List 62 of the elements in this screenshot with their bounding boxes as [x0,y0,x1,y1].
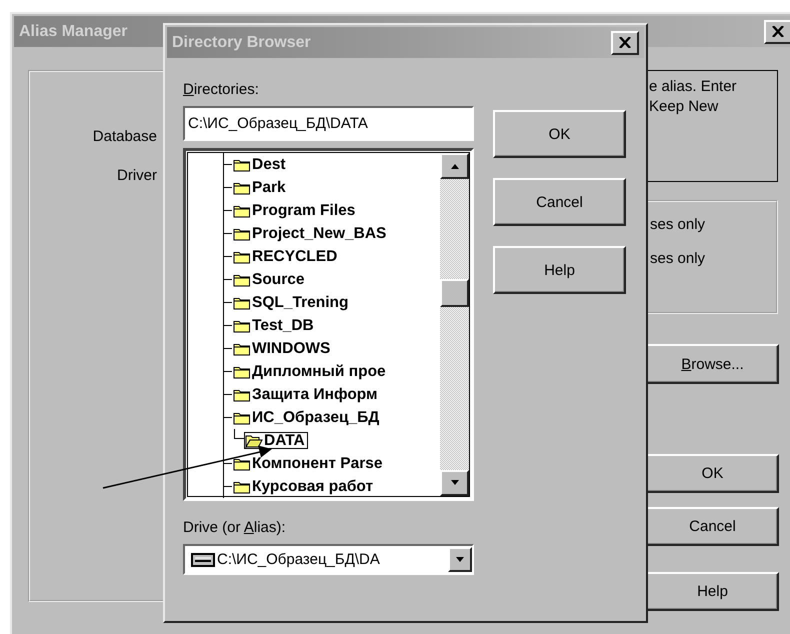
scroll-thumb[interactable] [440,279,469,307]
tree-item[interactable]: RECYCLED [232,248,340,266]
down-arrow-icon [450,480,460,486]
close-icon [619,37,631,48]
dropdown-arrow-icon [455,556,465,562]
field-label: Database [92,128,157,145]
drive-dropdown[interactable]: C:\ИС_Образец_БД\DA [183,544,474,575]
dialog-title: Directory Browser [171,34,311,52]
tree-item[interactable]: Компонент Parse [232,454,386,472]
folder-icon [233,480,251,494]
browse-button[interactable]: Browse... [646,344,779,384]
tree-item[interactable]: Program Files [232,202,358,220]
tree-item[interactable]: Курсовая работ [232,478,376,496]
option-label: ses only [650,250,706,267]
ok-button[interactable]: OK [493,110,626,158]
drive-icon [191,552,215,566]
window-title: Alias Manager [18,22,128,40]
folder-icon [233,456,251,470]
folder-icon [233,318,251,332]
scroll-up-button[interactable] [440,153,469,179]
tree-item[interactable]: SQL_Trening [232,294,352,312]
tree-item[interactable]: Park [232,178,289,196]
vertical-scrollbar[interactable] [440,151,471,498]
info-text: e alias. Enter [649,77,737,97]
folder-icon [233,180,251,194]
tree-item[interactable]: Dest [232,156,289,174]
folder-icon [233,158,251,172]
folder-icon [233,226,251,240]
ok-button[interactable]: OK [646,454,779,493]
info-text: Keep New [649,97,718,117]
drive-label: Drive (or Alias): [183,519,287,536]
up-arrow-icon [450,163,460,169]
folder-icon [233,204,251,218]
directories-label: Directories: [183,81,260,98]
close-button[interactable] [611,30,639,54]
tree-item[interactable]: Дипломный прое [232,362,389,380]
folder-icon [233,250,251,264]
path-field[interactable]: C:\ИС_Образец_БД\DATA [183,106,474,141]
help-button[interactable]: Help [493,246,626,294]
tree-item[interactable]: WINDOWS [232,340,334,358]
tree-item[interactable]: ИС_Образец_БД [232,408,382,426]
option-label: ses only [650,216,706,233]
close-button[interactable] [764,20,790,44]
folder-icon [233,364,251,378]
folder-icon [233,410,251,424]
cancel-button[interactable]: Cancel [493,178,626,226]
tree-item[interactable]: Project_New_BAS [232,224,390,242]
help-button[interactable]: Help [646,572,779,611]
folder-icon [233,342,251,356]
field-label: Driver [117,167,157,184]
directory-tree[interactable]: Dest Park Program Files Project_New_BAS RECYCLED Source SQL_Trening Test_DB WINDOWS Дипломный прое Защита Информ ИС_Образец_БД DATA Компонент Parse Курсовая работ [183,148,474,501]
tree-item[interactable]: Test_DB [232,316,317,334]
tree-item[interactable]: DATA [244,432,308,450]
folder-icon [233,272,251,286]
cancel-button[interactable]: Cancel [646,507,779,546]
tree-item[interactable]: Source [232,270,308,288]
scroll-down-button[interactable] [440,470,469,496]
folder-icon [233,296,251,310]
open-folder-icon [245,434,263,448]
folder-icon [233,388,251,402]
close-icon [772,26,784,37]
tree-item[interactable]: Защита Информ [232,386,381,404]
